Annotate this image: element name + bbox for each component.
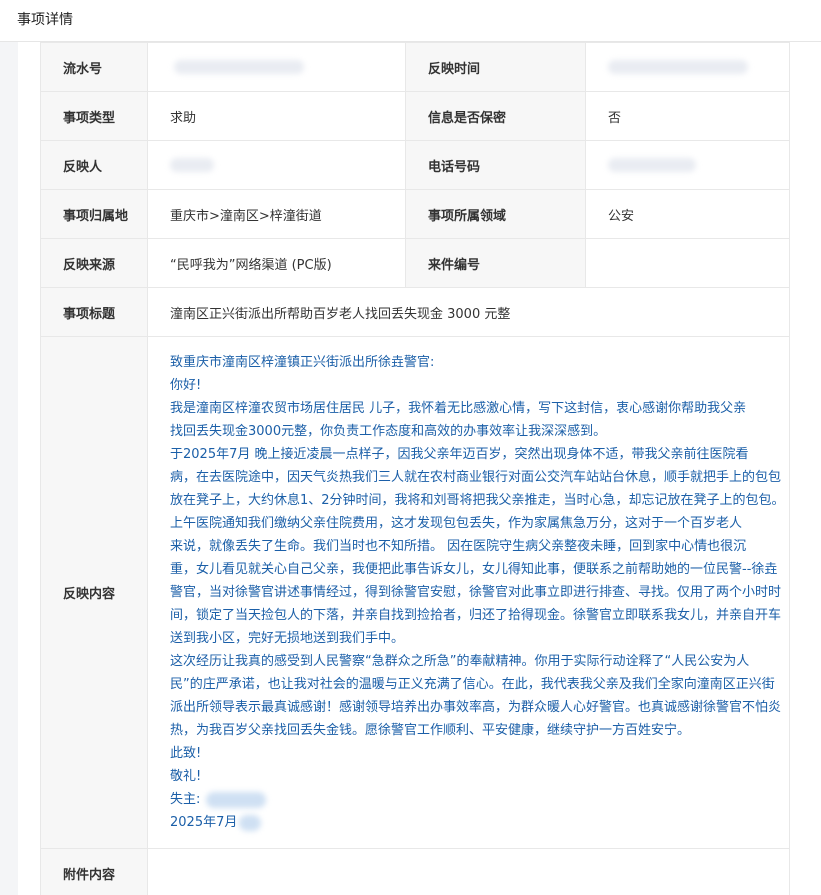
redacted-serial (174, 60, 304, 74)
table-row: 反映人 电话号码 (40, 140, 790, 190)
domain-label: 事项所属领域 (405, 189, 586, 239)
source-value: “民呼我为”网络渠道 (PC版) (147, 238, 406, 288)
phone-label: 电话号码 (405, 140, 586, 190)
confidential-label: 信息是否保密 (405, 91, 586, 141)
attachment-value (147, 848, 790, 895)
table-row: 反映来源 “民呼我为”网络渠道 (PC版) 来件编号 (40, 238, 790, 288)
content-line: 找回丢失现金3000元整，你负责工作态度和高效的办事效率让我深深感到。 (170, 424, 607, 439)
location-value: 重庆市>潼南区>梓潼街道 (147, 189, 406, 239)
redacted-signature (206, 791, 267, 808)
source-label: 反映来源 (40, 238, 148, 288)
type-value: 求助 (147, 91, 406, 141)
content-line: 你好! (170, 378, 202, 393)
signature-date: 2025年7月 (170, 815, 238, 830)
content-line: 警官，当对徐警官讲述事情经过，得到徐警官安慰，徐警官对此事立即进行排查、寻找。仅… (170, 585, 782, 600)
report-time-label: 反映时间 (405, 42, 586, 92)
content-line: 此致! (170, 746, 202, 761)
location-label: 事项归属地 (40, 189, 148, 239)
content-line: 2025年7月 (170, 811, 767, 834)
content-line: 病，在去医院途中，因天气炎热我们三人就在农村商业银行对面公交汽车站站台休息，顺手… (170, 470, 782, 485)
content-line: 送到我小区，完好无损地送到我们手中。 (170, 631, 405, 646)
content-line: 放在凳子上，大约休息1、2分钟时间，我将和刘哥将把我父亲推走，当时心急，却忘记放… (170, 493, 785, 508)
table-row: 事项标题 潼南区正兴街派出所帮助百岁老人找回丢失现金 3000 元整 (40, 287, 790, 337)
confidential-value: 否 (585, 91, 790, 141)
content-line: 来说，就像丢失了生命。我们当时也不知所措。 因在医院守生病父亲整夜未睡，回到家中… (170, 539, 747, 554)
content-line: 民”的庄严承诺，也让我对社会的温暖与正义充满了信心。在此，我代表我父亲及我们全家… (170, 677, 775, 692)
subject-label: 事项标题 (40, 287, 148, 337)
content-line: 间，锁定了当天捡包人的下落，并亲自找到捡拾者，归还了拾得现金。徐警官立即联系我女… (170, 608, 782, 623)
table-row: 附件内容 (40, 848, 790, 895)
table-row: 事项类型 求助 信息是否保密 否 (40, 91, 790, 141)
page-title: 事项详情 (17, 12, 73, 28)
table-row: 事项归属地 重庆市>潼南区>梓潼街道 事项所属领域 公安 (40, 189, 790, 239)
case-no-label: 来件编号 (405, 238, 586, 288)
table-row: 流水号 反映时间 (40, 42, 790, 92)
redacted-reporter (170, 158, 214, 172)
content-line: 这次经历让我真的感受到人民警察“急群众之所急”的奉献精神。你用于实际行动诠释了“… (170, 654, 750, 669)
serial-value (147, 42, 406, 92)
content-line: 重，女儿看见就关心自己父亲，我便把此事告诉女儿，女儿得知此事，便联系之前帮助她的… (170, 562, 778, 577)
content-line: 上午医院通知我们缴纳父亲住院费用，这才发现包包丢失，作为家属焦急万分，这对于一个… (170, 516, 743, 531)
phone-value (585, 140, 790, 190)
content-line: 热，为我百岁父亲找回丢失金钱。愿徐警官工作顺利、平安健康，继续守护一方百姓安宁。 (170, 723, 691, 738)
content-line: 我是潼南区梓潼农贸市场居住居民 儿子，我怀着无比感激心情，写下这封信，衷心感谢你… (170, 401, 747, 416)
content-label: 反映内容 (40, 336, 148, 849)
domain-value: 公安 (585, 189, 790, 239)
table-row: 反映内容 致重庆市潼南区梓潼镇正兴街派出所徐垚警官: 你好! 我是潼南区梓潼农贸… (40, 336, 790, 849)
title-bar: 事项详情 (0, 0, 821, 42)
detail-table: 流水号 反映时间 事项类型 求助 信息是否保密 否 反映人 电话号码 事项归属地… (40, 42, 790, 895)
redacted-date (239, 814, 262, 831)
content-line: 失主: (170, 788, 767, 811)
attachment-label: 附件内容 (40, 848, 148, 895)
reporter-label: 反映人 (40, 140, 148, 190)
type-label: 事项类型 (40, 91, 148, 141)
report-time-value (585, 42, 790, 92)
redacted-phone (608, 158, 696, 172)
serial-label: 流水号 (40, 42, 148, 92)
content-line: 致重庆市潼南区梓潼镇正兴街派出所徐垚警官: (170, 355, 435, 370)
redacted-time (608, 60, 748, 74)
reporter-value (147, 140, 406, 190)
content-line: 于2025年7月 晚上接近凌晨一点样子，因我父亲年迈百岁，突然出现身体不适，带我… (170, 447, 749, 462)
content-line: 敬礼! (170, 769, 202, 784)
content-line: 派出所领导表示最真诚感谢！感谢领导培养出办事效率高，为群众暖人心好警官。也真诚感… (170, 700, 782, 715)
signature-label: 失主: (170, 792, 201, 807)
case-no-value (585, 238, 790, 288)
detail-panel: 流水号 反映时间 事项类型 求助 信息是否保密 否 反映人 电话号码 事项归属地… (18, 42, 821, 895)
subject-value: 潼南区正兴街派出所帮助百岁老人找回丢失现金 3000 元整 (147, 287, 790, 337)
content-value: 致重庆市潼南区梓潼镇正兴街派出所徐垚警官: 你好! 我是潼南区梓潼农贸市场居住居… (147, 336, 790, 849)
